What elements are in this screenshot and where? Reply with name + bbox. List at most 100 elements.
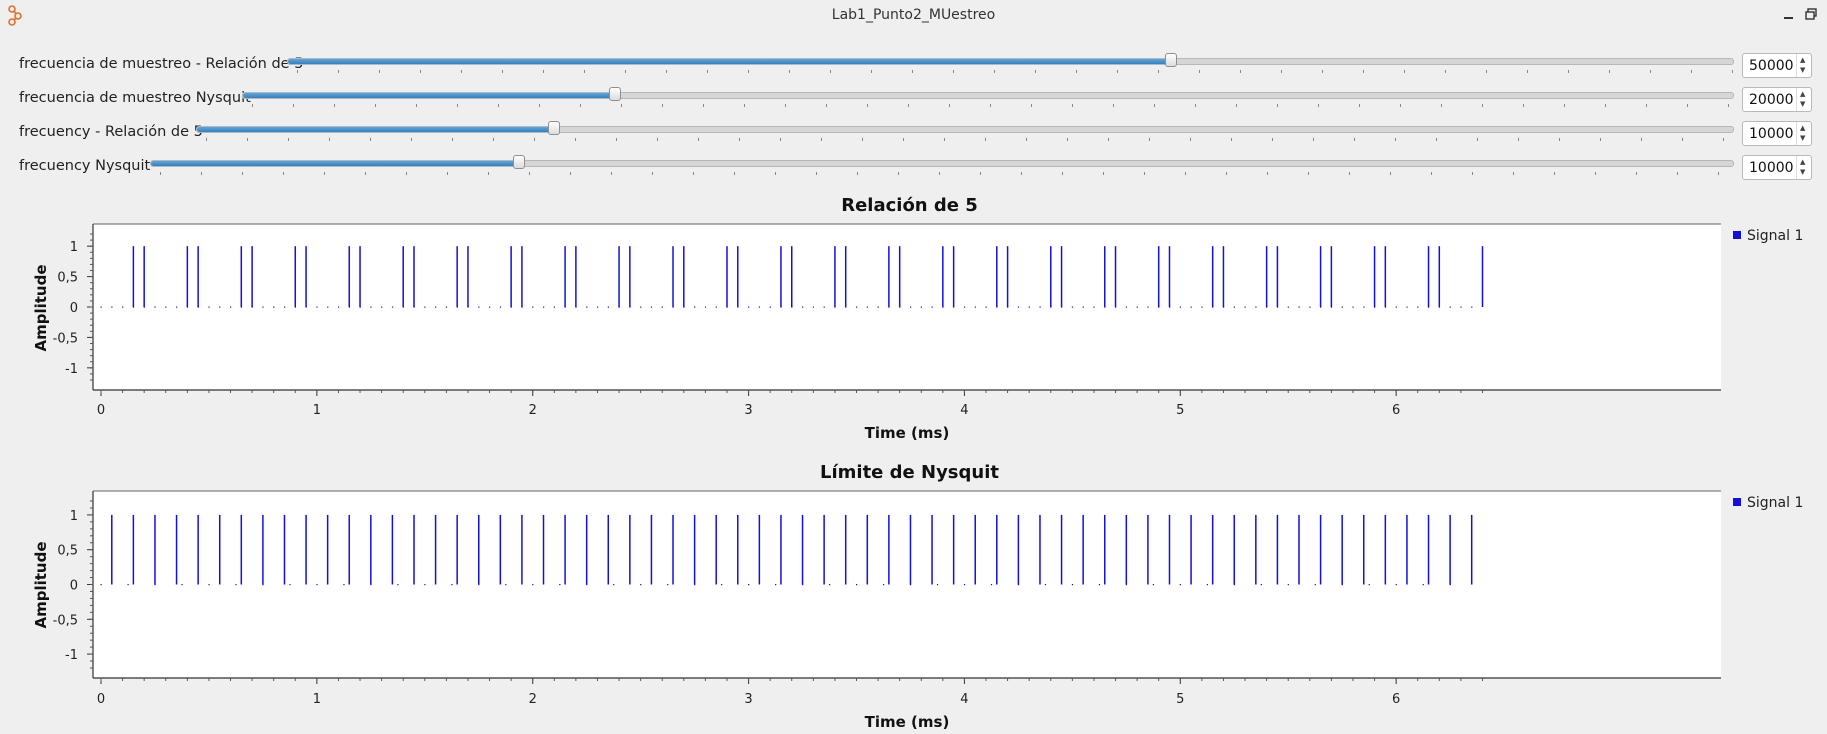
sample-point — [435, 306, 437, 308]
spin-up-icon[interactable]: ▲ — [1800, 124, 1805, 132]
spinbox-fs-nyquist[interactable]: 20000 ▲ ▼ — [1742, 87, 1812, 112]
sample-point — [704, 306, 707, 308]
y-tick-label: 0,5 — [57, 544, 78, 559]
sample-point — [165, 306, 167, 308]
sample-point — [1206, 584, 1208, 586]
slider-handle[interactable] — [512, 155, 525, 169]
spin-arrows[interactable]: ▲ ▼ — [1796, 54, 1811, 77]
sample-point — [877, 306, 879, 308]
y-tick-label: 0 — [70, 579, 78, 594]
sample-point — [1152, 584, 1155, 586]
slider-tick — [247, 138, 248, 141]
sample-point — [1368, 584, 1370, 586]
slider-freq-relation[interactable] — [196, 121, 1734, 135]
sample-point — [154, 306, 156, 308]
slider-tick — [826, 104, 827, 107]
spin-down-icon[interactable]: ▼ — [1800, 168, 1805, 176]
sample-point — [283, 306, 286, 308]
spinbox-freq-relation[interactable]: 10000 ▲ ▼ — [1742, 121, 1812, 146]
window-title: Lab1_Punto2_MUestreo — [831, 7, 996, 23]
sample-point — [586, 306, 588, 308]
slider-tick — [502, 70, 503, 73]
sample-point — [985, 306, 987, 308]
sample-point — [936, 584, 939, 586]
slider-tick — [1523, 104, 1524, 107]
spin-up-icon[interactable]: ▲ — [1800, 158, 1805, 166]
sample-point — [607, 306, 609, 308]
slider-tick — [739, 138, 740, 141]
x-tick-label: 5 — [1176, 692, 1184, 707]
sample-point — [1287, 584, 1289, 586]
slider-handle[interactable] — [608, 87, 621, 101]
sample-point — [424, 584, 426, 586]
sample-point — [1082, 306, 1084, 308]
slider-fs-relation[interactable] — [287, 53, 1734, 67]
slider-handle[interactable] — [547, 121, 560, 135]
slider-tick — [949, 104, 950, 107]
sample-point — [1260, 584, 1262, 586]
spin-down-icon[interactable]: ▼ — [1800, 66, 1805, 74]
slider-freq-nyquist[interactable] — [150, 155, 1734, 169]
control-row-fs-nyquist: frecuencia de muestreo Nysquit 20000 ▲ ▼ — [0, 84, 1827, 114]
sample-point — [1017, 306, 1020, 308]
control-label: frecuency - Relación de 5 — [19, 124, 203, 140]
slider-tick — [1149, 138, 1150, 141]
sample-point — [802, 306, 804, 308]
slider-fs-nyquist[interactable] — [242, 87, 1734, 101]
slider-tick — [1390, 172, 1391, 175]
slider-tick — [370, 138, 371, 141]
plot-nyquist: Límite de Nysquit Signal 1 1 0,5 0 -0,5 -1 0 1… — [0, 457, 1827, 734]
sample-point — [963, 584, 966, 586]
sample-point — [445, 306, 448, 308]
slider-tick — [379, 70, 380, 73]
sample-point — [424, 306, 426, 308]
plot-relation: Relación de 5 Signal 1 1 0,5 0 -0,5 -1 0 1 2 3 4 5… — [0, 190, 1827, 440]
sample-point — [596, 306, 599, 308]
sample-point — [327, 306, 329, 308]
slider-tick — [903, 138, 904, 141]
sample-point — [829, 584, 831, 586]
slider-tick — [1067, 138, 1068, 141]
sample-point — [909, 306, 912, 308]
sample-point — [1395, 584, 1397, 586]
slider-tick — [283, 172, 284, 175]
sample-point — [931, 306, 933, 308]
slider-handle[interactable] — [1165, 53, 1178, 67]
spin-down-icon[interactable]: ▼ — [1800, 100, 1805, 108]
plot-canvas[interactable]: 1 0,5 0 -0,5 -1 0 1 2 3 4 5 6 Time (ms) Amplitude — [0, 457, 1827, 734]
spin-arrows[interactable]: ▲ ▼ — [1796, 88, 1811, 111]
x-tick-label: 3 — [744, 692, 752, 707]
sample-point — [758, 306, 761, 308]
y-tick-label: 1 — [70, 509, 78, 524]
slider-tick — [1103, 172, 1104, 175]
slider-tick — [1308, 172, 1309, 175]
slider-tick — [1477, 138, 1478, 141]
spin-arrows[interactable]: ▲ ▼ — [1796, 156, 1811, 179]
slider-tick — [1277, 104, 1278, 107]
spin-up-icon[interactable]: ▲ — [1800, 56, 1805, 64]
slider-tick — [1595, 172, 1596, 175]
sample-point — [1406, 306, 1408, 308]
spinbox-fs-relation[interactable]: 50000 ▲ ▼ — [1742, 53, 1812, 78]
minimize-icon[interactable] — [1781, 6, 1797, 22]
sample-point — [1244, 306, 1246, 308]
spinbox-freq-nyquist[interactable]: 10000 ▲ ▼ — [1742, 155, 1812, 180]
sample-point — [1039, 306, 1041, 308]
plot-canvas[interactable]: 1 0,5 0 -0,5 -1 0 1 2 3 4 5 6 Time (ms) Amplitude — [0, 190, 1827, 440]
spin-up-icon[interactable]: ▲ — [1800, 90, 1805, 98]
sample-point — [1125, 306, 1128, 308]
slider-tick — [985, 138, 986, 141]
slider-tick — [1609, 70, 1610, 73]
slider-tick — [1472, 172, 1473, 175]
spin-down-icon[interactable]: ▼ — [1800, 134, 1805, 142]
slider-tick — [1641, 138, 1642, 141]
sample-point — [661, 306, 663, 308]
slider-tick — [420, 70, 421, 73]
slider-tick — [324, 172, 325, 175]
x-tick-label: 4 — [960, 692, 968, 707]
restore-icon[interactable] — [1803, 6, 1819, 22]
sample-point — [963, 306, 966, 308]
slider-tick — [1482, 104, 1483, 107]
slider-tick — [1518, 138, 1519, 141]
spin-arrows[interactable]: ▲ ▼ — [1796, 122, 1811, 145]
